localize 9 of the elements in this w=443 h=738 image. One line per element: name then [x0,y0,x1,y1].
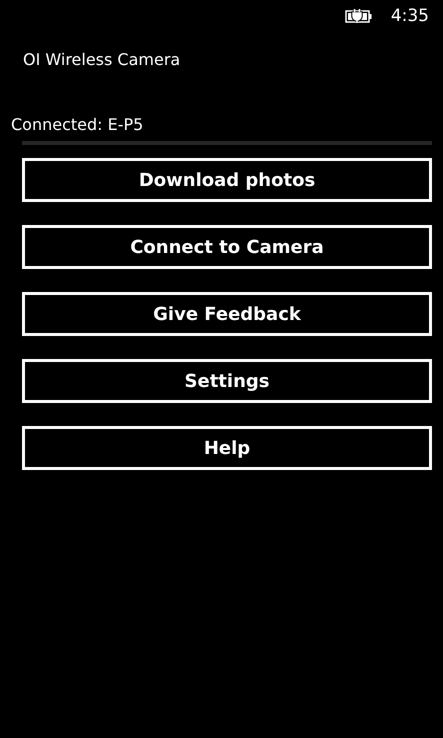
battery-charging-icon [344,8,373,24]
menu-button[interactable]: Download photos [22,158,432,202]
menu-button[interactable]: Give Feedback [22,292,432,336]
status-time: 4:35 [390,6,429,26]
menu-button[interactable]: Settings [22,359,432,403]
app-title: OI Wireless Camera [22,49,182,69]
menu-button[interactable]: Help [22,426,432,470]
connection-status: Connected: E-P5 [10,114,144,134]
menu-button[interactable]: Connect to Camera [22,225,432,269]
